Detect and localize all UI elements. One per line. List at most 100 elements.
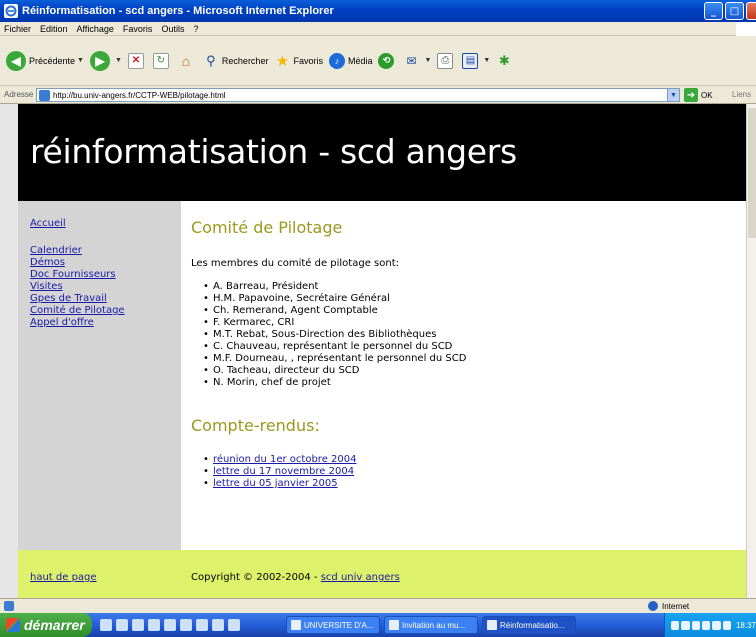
copyright-link[interactable]: scd univ angers [321,572,400,583]
quick-launch-icon[interactable] [164,619,176,631]
nav-accueil[interactable]: Accueil [30,218,66,229]
address-url[interactable]: http://bu.univ-angers.fr/CCTP-WEB/pilota… [53,91,226,100]
menu-help[interactable]: ? [193,24,198,34]
nav-demos[interactable]: Démos [30,257,65,268]
tray-icon[interactable] [722,620,731,630]
home-button[interactable]: ⌂ [178,53,197,69]
nav-visites[interactable]: Visites [30,281,63,292]
mail-icon: ✉ [406,53,417,68]
address-input[interactable]: http://bu.univ-angers.fr/CCTP-WEB/pilota… [36,88,680,102]
menu-fichier[interactable]: Fichier [4,24,31,34]
list-item: lettre du 05 janvier 2005 [203,478,356,490]
menu-outils[interactable]: Outils [161,24,184,34]
taskbar-item-active[interactable]: Réinformatisatio... [482,616,576,634]
go-button[interactable]: ➜ OK [684,88,713,102]
taskbar-item[interactable]: Invitation au mu... [384,616,478,634]
main-content: Comité de Pilotage Les membres du comité… [181,201,746,550]
tray-icon[interactable] [691,620,700,630]
copyright-label: Copyright © 2002-2004 - [191,572,321,583]
address-dropdown-icon[interactable]: ▼ [667,89,679,101]
mail-dropdown-icon[interactable]: ▼ [424,57,431,64]
report-link[interactable]: lettre du 17 novembre 2004 [213,466,354,477]
forward-dropdown-icon[interactable]: ▼ [115,57,122,64]
messenger-button[interactable]: ✱ [496,53,515,69]
browser-toolbar: ◀ Précédente ▼ ▶ ▼ ✕ ↻ ⌂ ⚲ Rechercher ★ … [0,36,756,86]
favorites-label: Favoris [293,55,323,66]
quick-launch-icon[interactable] [196,619,208,631]
refresh-button[interactable]: ↻ [152,52,172,69]
vertical-scrollbar[interactable] [746,104,756,598]
report-link[interactable]: lettre du 05 janvier 2005 [213,478,338,489]
scrollbar-thumb[interactable] [748,108,756,238]
taskbar-item-label: UNIVERSITE D'A... [304,620,374,630]
edit-button[interactable]: ▤ ▼ [462,52,490,69]
messenger-icon: ✱ [498,52,510,68]
back-dropdown-icon[interactable]: ▼ [77,57,84,64]
quick-launch-icon[interactable] [180,619,192,631]
quick-launch-icon[interactable] [228,619,240,631]
quick-launch-icon[interactable] [212,619,224,631]
close-button[interactable] [746,2,756,20]
nav-comite-de-pilotage[interactable]: Comité de Pilotage [30,305,125,316]
quick-launch-icon[interactable] [116,619,128,631]
list-item: O. Tacheau, directeur du SCD [203,365,466,377]
list-item: H.M. Papavoine, Secrétaire Général [203,293,466,305]
quick-launch-icon[interactable] [132,619,144,631]
tray-icon[interactable] [681,620,690,630]
list-item: lettre du 17 novembre 2004 [203,466,356,478]
links-label[interactable]: Liens [732,90,751,99]
window-title: Réinformatisation - scd angers - Microso… [22,5,334,17]
menu-affichage[interactable]: Affichage [77,24,114,34]
go-arrow-icon: ➜ [684,88,698,102]
media-button[interactable]: ♪ Média [328,52,372,69]
print-button[interactable]: ⎙ [437,52,456,69]
star-icon: ★ [275,52,290,70]
taskbar-item-label: Réinformatisatio... [500,620,565,630]
back-to-top-link[interactable]: haut de page [30,572,97,583]
reports-list: réunion du 1er octobre 2004 lettre du 17… [203,454,356,490]
start-button[interactable]: démarrer [0,613,92,637]
clock: 18:37 [735,620,756,630]
mail-button[interactable]: ✉ ▼ [403,53,431,69]
search-icon: ⚲ [206,52,216,68]
tray-icon[interactable] [701,620,711,630]
quick-launch-icon[interactable] [100,619,112,631]
history-button[interactable]: ⟲ [378,52,397,69]
windows-flag-icon [6,618,20,632]
page-icon [39,90,50,101]
report-link[interactable]: réunion du 1er octobre 2004 [213,454,356,465]
forward-arrow-icon: ▶ [89,50,110,71]
history-icon: ⟲ [378,52,395,69]
nav-doc-fournisseurs[interactable]: Doc Fournisseurs [30,269,116,280]
printer-icon: ⎙ [437,52,454,69]
site-banner: réinformatisation - scd angers [18,104,746,201]
nav-appel-doffre[interactable]: Appel d'offre [30,317,94,328]
menu-edition[interactable]: Edition [40,24,68,34]
windows-logo-icon [736,22,756,36]
menu-bar: Fichier Edition Affichage Favoris Outils… [0,22,756,36]
taskbar-item[interactable]: UNIVERSITE D'A... [286,616,380,634]
intro-text: Les membres du comité de pilotage sont: [191,258,399,269]
edit-dropdown-icon[interactable]: ▼ [483,57,490,64]
copyright-text: Copyright © 2002-2004 - scd univ angers [191,572,400,583]
menu-favoris[interactable]: Favoris [123,24,153,34]
stop-button[interactable]: ✕ [127,52,147,69]
mail-icon [389,620,399,630]
search-button[interactable]: ⚲ Rechercher [203,52,268,69]
forward-button[interactable]: ▶ ▼ [89,50,122,71]
quick-launch-icon[interactable] [148,619,160,631]
list-item: M.T. Rebat, Sous-Direction des Bibliothè… [203,329,466,341]
minimize-button[interactable]: _ [704,2,723,20]
nav-calendrier[interactable]: Calendrier [30,245,82,256]
list-item: A. Barreau, Président [203,281,466,293]
taskbar: démarrer UNIVERSITE D'A... Invitation au… [0,613,756,637]
document-icon [291,620,301,630]
members-list: A. Barreau, Président H.M. Papavoine, Se… [203,281,466,389]
tray-icon[interactable] [671,620,680,630]
maximize-button[interactable]: □ [725,2,744,20]
favorites-button[interactable]: ★ Favoris [274,52,323,70]
back-button[interactable]: ◀ Précédente ▼ [6,50,84,71]
tray-icon[interactable] [712,620,721,630]
media-icon: ♪ [328,52,345,69]
nav-gpes-de-travail[interactable]: Gpes de Travail [30,293,107,304]
